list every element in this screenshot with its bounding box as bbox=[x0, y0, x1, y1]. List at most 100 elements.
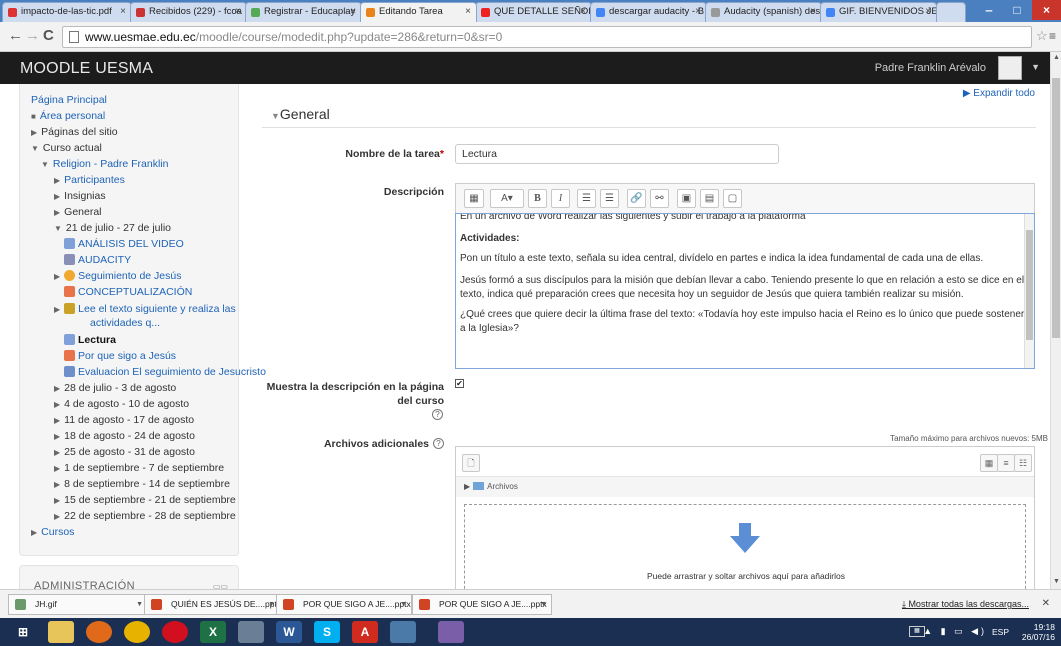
close-tab-icon[interactable]: × bbox=[235, 3, 241, 21]
scrollbar-thumb[interactable] bbox=[1026, 230, 1033, 340]
nav-item[interactable]: ▶ 15 de septiembre - 21 de septiembre bbox=[54, 494, 236, 507]
new-tab-button[interactable] bbox=[936, 2, 966, 22]
expand-all-link[interactable]: ▶ Expandir todo bbox=[963, 88, 1035, 99]
nav-item[interactable]: ■ Área personal bbox=[31, 110, 105, 123]
browser-tab[interactable]: Registrar - Educaplay × bbox=[245, 2, 362, 22]
scroll-up-icon[interactable]: ▲ bbox=[1053, 54, 1060, 61]
chrome-icon[interactable] bbox=[124, 621, 150, 643]
close-tab-icon[interactable]: × bbox=[120, 3, 126, 21]
nav-home[interactable]: Página Principal bbox=[31, 94, 107, 107]
nav-item-current[interactable]: Lectura bbox=[64, 334, 116, 347]
chevron-down-icon[interactable]: ▼ bbox=[136, 595, 143, 614]
browser-tab[interactable]: descargar audacity - B × bbox=[590, 2, 707, 22]
image-icon[interactable]: ▣ bbox=[677, 189, 696, 208]
clock[interactable]: 19:18 26/07/16 bbox=[1022, 622, 1055, 642]
app-icon[interactable] bbox=[238, 621, 264, 643]
nav-item[interactable]: ▶ 1 de septiembre - 7 de septiembre bbox=[54, 462, 224, 475]
minimize-window-button[interactable]: ‒ bbox=[976, 0, 1002, 20]
nav-item[interactable]: CONCEPTUALIZACIÓN bbox=[64, 286, 192, 299]
close-tab-icon[interactable]: × bbox=[925, 3, 931, 21]
chevron-down-icon[interactable]: ▼ bbox=[400, 595, 407, 614]
expand-icon[interactable]: ▶ bbox=[464, 482, 470, 491]
forward-icon[interactable]: → bbox=[25, 28, 40, 44]
word-icon[interactable]: W bbox=[276, 621, 302, 643]
bulleted-list-icon[interactable]: ☰ bbox=[577, 189, 596, 208]
show-description-checkbox[interactable]: ✔ bbox=[455, 379, 464, 388]
nav-item[interactable]: ▶ Seguimiento de Jesús bbox=[54, 270, 181, 283]
scrollbar-thumb[interactable] bbox=[1052, 78, 1060, 338]
excel-icon[interactable]: X bbox=[200, 621, 226, 643]
download-item[interactable]: POR QUE SIGO A JE....pptx ▼ bbox=[276, 594, 412, 615]
download-item[interactable]: JH.gif ▼ bbox=[8, 594, 148, 615]
back-icon[interactable]: ← bbox=[8, 28, 23, 44]
description-editor[interactable]: En un archivo de Word realizar las sigui… bbox=[455, 213, 1035, 369]
close-window-button[interactable]: × bbox=[1032, 0, 1061, 20]
acrobat-icon[interactable]: A bbox=[352, 621, 378, 643]
task-name-input[interactable]: Lectura bbox=[455, 144, 779, 164]
nav-item[interactable]: ▶ 4 de agosto - 10 de agosto bbox=[54, 398, 189, 411]
nav-item[interactable]: ▶ Participantes bbox=[54, 174, 125, 187]
browser-tab[interactable]: GIF. BIENVENIDOS JES × bbox=[820, 2, 937, 22]
nav-item[interactable]: ▶ General bbox=[54, 206, 102, 219]
menu-icon[interactable]: ≡ bbox=[1049, 28, 1056, 44]
tree-view-icon[interactable]: ☷ bbox=[1014, 454, 1032, 472]
skype-icon[interactable]: S bbox=[314, 621, 340, 643]
browser-tab[interactable]: Recibidos (229) - fcoa × bbox=[130, 2, 247, 22]
numbered-list-icon[interactable]: ☰ bbox=[600, 189, 619, 208]
nav-item[interactable]: ▶ 8 de septiembre - 14 de septiembre bbox=[54, 478, 230, 491]
url-input[interactable]: www.uesmae.edu.ec/moodle/course/modedit.… bbox=[62, 26, 1032, 48]
chevron-down-icon[interactable]: ▼ bbox=[268, 595, 275, 614]
media-icon[interactable]: ▤ bbox=[700, 189, 719, 208]
paint-icon[interactable] bbox=[438, 621, 464, 643]
folder-name[interactable]: Archivos bbox=[487, 482, 518, 491]
user-name[interactable]: Padre Franklin Arévalo bbox=[875, 62, 986, 74]
nav-item[interactable]: ▶ Lee el texto siguiente y realiza las bbox=[54, 303, 236, 316]
close-tab-icon[interactable]: × bbox=[350, 3, 356, 21]
page-scrollbar[interactable]: ▲ ▼ bbox=[1050, 52, 1061, 589]
help-icon[interactable]: ? bbox=[433, 438, 444, 449]
maximize-window-button[interactable]: □ bbox=[1004, 0, 1030, 20]
browser-tab[interactable]: QUE DETALLE SEÑOR × bbox=[475, 2, 592, 22]
photo-app-icon[interactable] bbox=[390, 621, 416, 643]
nav-item[interactable]: ▶ Páginas del sitio bbox=[31, 126, 118, 139]
language-indicator[interactable]: ESP bbox=[992, 627, 1009, 637]
file-dropzone[interactable]: Puede arrastrar y soltar archivos aquí p… bbox=[464, 504, 1026, 594]
tray-icons[interactable]: ▲ ▮ ▭ ◀) bbox=[923, 626, 987, 637]
nav-item[interactable]: Evaluacion El seguimiento de Jesucristo bbox=[64, 366, 266, 379]
nav-item[interactable]: ▶ Cursos bbox=[31, 526, 74, 539]
close-tab-icon[interactable]: × bbox=[580, 3, 586, 21]
windows-start-icon[interactable]: ⊞ bbox=[10, 621, 36, 643]
italic-icon[interactable]: I bbox=[551, 189, 570, 208]
close-tab-icon[interactable]: × bbox=[465, 3, 471, 21]
site-name[interactable]: MOODLE UESMA bbox=[20, 60, 153, 78]
icon-view-icon[interactable]: ▦ bbox=[980, 454, 998, 472]
reload-icon[interactable]: C bbox=[43, 28, 54, 44]
browser-tab-active[interactable]: Editando Tarea × bbox=[360, 2, 477, 22]
unlink-icon[interactable]: ⚯ bbox=[650, 189, 669, 208]
bold-icon[interactable]: B bbox=[528, 189, 547, 208]
nav-item[interactable]: ▶ 25 de agosto - 31 de agosto bbox=[54, 446, 195, 459]
firefox-icon[interactable] bbox=[86, 621, 112, 643]
link-icon[interactable]: 🔗 bbox=[627, 189, 646, 208]
nav-item[interactable]: ▶ Insignias bbox=[54, 190, 106, 203]
nav-item[interactable]: ▶ 28 de julio - 3 de agosto bbox=[54, 382, 176, 395]
nav-item[interactable]: AUDACITY bbox=[64, 254, 131, 267]
nav-item[interactable]: Por que sigo a Jesús bbox=[64, 350, 176, 363]
close-downloads-icon[interactable]: ✕ bbox=[1042, 598, 1050, 609]
nav-item[interactable]: ▶ 11 de agosto - 17 de agosto bbox=[54, 414, 194, 427]
text-style-icon[interactable]: A▾ bbox=[490, 189, 524, 208]
nav-item[interactable]: ▼ Religion - Padre Franklin bbox=[41, 158, 168, 171]
nav-item[interactable]: ▶ 18 de agosto - 24 de agosto bbox=[54, 430, 195, 443]
browser-tab[interactable]: Audacity (spanish) des × bbox=[705, 2, 822, 22]
toolbar-toggle-icon[interactable]: ▦ bbox=[464, 189, 484, 208]
show-all-downloads-link[interactable]: ⤓ Mostrar todas las descargas... bbox=[902, 599, 1029, 610]
nav-item-continuation[interactable]: actividades q... bbox=[90, 317, 160, 330]
editor-scrollbar[interactable] bbox=[1024, 214, 1034, 368]
scroll-down-icon[interactable]: ▼ bbox=[1053, 578, 1060, 585]
browser-tab[interactable]: impacto-de-las-tic.pdf × bbox=[2, 2, 132, 22]
close-tab-icon[interactable]: × bbox=[810, 3, 816, 21]
nav-item[interactable]: ▶ 22 de septiembre - 28 de septiembre bbox=[54, 510, 236, 523]
avatar[interactable] bbox=[998, 56, 1022, 80]
close-tab-icon[interactable]: × bbox=[695, 3, 701, 21]
file-explorer-icon[interactable] bbox=[48, 621, 74, 643]
